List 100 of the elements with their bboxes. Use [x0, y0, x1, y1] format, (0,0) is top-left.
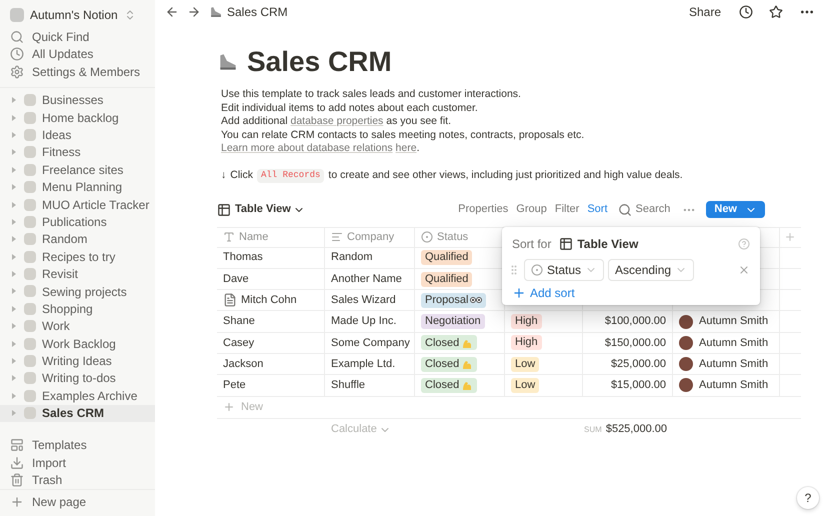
sidebar-page[interactable]: Fitness [0, 144, 155, 162]
page-icon [24, 164, 36, 176]
sidebar-item[interactable]: Trash [0, 471, 155, 489]
search-icon [618, 202, 632, 217]
page-icon [24, 128, 36, 141]
sidebar-page[interactable]: Businesses [0, 92, 155, 109]
name-cell[interactable]: Jackson [223, 356, 264, 372]
company-cell-text: Some Company [331, 336, 410, 351]
sidebar-page[interactable]: MUO Article Tracker [0, 196, 155, 214]
shoe-icon [209, 5, 223, 19]
sidebar-item[interactable]: Quick Find [0, 28, 155, 46]
history-icon[interactable] [739, 5, 753, 19]
owner-cell-text: Autumn Smith [699, 378, 768, 394]
status-icon [421, 231, 433, 244]
status-tag: Qualified [421, 250, 472, 266]
status-tag: Closed [421, 356, 478, 372]
expand-icon [10, 340, 18, 348]
priority-tag: High [511, 314, 542, 330]
column-header[interactable]: Company [347, 228, 394, 246]
sidebar-page[interactable]: Publications [0, 213, 155, 231]
add-column-icon [784, 231, 796, 244]
page-icon [24, 216, 36, 228]
expand-icon [10, 409, 18, 418]
sidebar-page[interactable]: Recipes to try [0, 248, 155, 266]
help-icon [738, 238, 750, 250]
status-tag: Closed [421, 378, 478, 393]
flexed-arm-icon [461, 379, 474, 392]
back-icon[interactable] [165, 5, 179, 19]
page-icon [24, 268, 36, 280]
expand-icon [10, 304, 18, 313]
view-tab[interactable]: Table View [235, 201, 291, 218]
name-cell[interactable]: Casey [223, 334, 254, 352]
sidebar-page[interactable]: Freelance sites [0, 161, 155, 178]
sidebar-item[interactable]: Import [0, 454, 155, 472]
search-button[interactable]: Search [636, 201, 670, 218]
popover-title: Sort for [512, 236, 552, 253]
text-link[interactable]: Learn more about database relations [221, 142, 393, 154]
download-icon [10, 456, 24, 470]
company-cell-text: Shuffle [331, 378, 366, 394]
share-button[interactable]: Share [688, 3, 721, 21]
direction-select[interactable]: Ascending [608, 258, 694, 281]
sidebar-page[interactable]: Examples Archive [0, 387, 155, 405]
company-cell-text: Another Name [331, 272, 402, 287]
help-button[interactable]: ? [797, 487, 819, 509]
priority-tag: Low [511, 378, 540, 393]
sidebar-page[interactable]: Shopping [0, 300, 155, 318]
sidebar-page[interactable]: Sewing projects [0, 282, 155, 300]
workspace-name[interactable]: Autumn's Notion [30, 6, 118, 24]
text-icon [223, 231, 235, 244]
sidebar-page[interactable]: Revisit [0, 265, 155, 283]
description-line: Use this template to track sales leads and customer interactions. [221, 88, 522, 102]
value-cell-text: $100,000.00 [604, 314, 666, 330]
name-cell[interactable]: Pete [223, 377, 246, 394]
toolbar-button[interactable]: Sort [583, 201, 612, 218]
page-title: Sales CRM [247, 48, 392, 76]
name-cell[interactable]: Thomas [223, 249, 263, 266]
star-icon[interactable] [769, 5, 783, 19]
owner-cell-text: Autumn Smith [699, 356, 768, 372]
new-page-button[interactable]: New page [32, 492, 86, 511]
name-cell[interactable]: Mitch Cohn [241, 292, 297, 309]
page-icon [24, 181, 36, 194]
sidebar-page[interactable]: Work [0, 318, 155, 335]
breadcrumb[interactable]: Sales CRM [227, 3, 288, 21]
expand-icon [10, 322, 18, 330]
sidebar-item[interactable]: All Updates [0, 46, 155, 63]
sidebar-page[interactable]: Ideas [0, 126, 155, 144]
text-link[interactable]: database properties [290, 115, 384, 128]
toolbar-button[interactable]: Filter [550, 201, 584, 218]
status-tag: Negotiation [421, 314, 485, 330]
company-cell-text: Sales Wizard [331, 293, 396, 308]
sidebar-page[interactable]: Work Backlog [0, 334, 155, 352]
forward-icon[interactable] [187, 5, 201, 19]
name-cell[interactable]: Dave [223, 270, 249, 288]
page-icon [24, 407, 36, 420]
workspace-avatar [10, 8, 24, 22]
expand-icon [10, 235, 18, 244]
text-link[interactable]: here [396, 142, 417, 154]
sidebar-item[interactable]: Settings & Members [0, 63, 155, 80]
sidebar-page[interactable]: Home backlog [0, 108, 155, 126]
owner-cell-text: Autumn Smith [699, 314, 768, 330]
name-cell[interactable]: Shane [223, 313, 255, 330]
table-icon [217, 202, 231, 217]
expand-icon [10, 183, 18, 192]
property-select[interactable]: Status [524, 258, 604, 281]
avatar [679, 314, 693, 329]
add-sort-button[interactable]: Add sort [530, 284, 575, 302]
new-button[interactable]: New [706, 201, 765, 218]
sidebar-page[interactable]: Writing Ideas [0, 352, 155, 370]
sidebar-page[interactable]: Menu Planning [0, 178, 155, 196]
sidebar-item[interactable]: Templates [0, 436, 155, 454]
page-icon [24, 285, 36, 298]
toolbar-button[interactable]: Group [512, 201, 551, 218]
column-header[interactable]: Name [239, 228, 268, 246]
column-header[interactable]: Status [437, 228, 468, 246]
sidebar-page[interactable]: Sales CRM [0, 404, 155, 422]
toolbar-button[interactable]: Properties [454, 201, 512, 218]
status-tag: Qualified [421, 272, 472, 286]
sidebar-page[interactable]: Random [0, 230, 155, 248]
page-icon [24, 198, 36, 211]
sidebar-page[interactable]: Writing to-dos [0, 370, 155, 388]
